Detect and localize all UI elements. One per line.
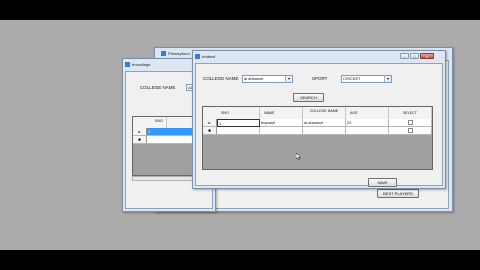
minimize-icon[interactable]: –: [400, 53, 409, 59]
best-window-client: COLLEGE NAME al ahsance ▾ SPORT CRICKET …: [195, 63, 443, 187]
college-new-row-header[interactable]: ✱: [133, 136, 147, 144]
cell-age-new[interactable]: [346, 127, 389, 135]
cell-select-new[interactable]: [389, 127, 432, 135]
close-icon[interactable]: x: [420, 53, 434, 59]
cell-age[interactable]: 22: [346, 119, 389, 127]
sport-select[interactable]: CRICKET ▾: [341, 75, 392, 83]
college-window-titlebar[interactable]: frmcollege: [125, 60, 150, 70]
select-checkbox[interactable]: [408, 120, 413, 125]
sport-label: SPORT: [312, 76, 328, 81]
dropdown-arrow-icon: ▾: [384, 76, 391, 82]
cell-college-name[interactable]: al ahsance: [303, 119, 346, 127]
players-grid[interactable]: SNO NAME COLLEGE NAME AGE SELECT ▸ 1 tha…: [202, 106, 433, 170]
col-age[interactable]: AGE: [346, 107, 389, 119]
window-icon: [195, 54, 200, 60]
best-window-title: frmbest: [202, 54, 216, 59]
sport-value: CRICKET: [343, 76, 361, 81]
best-players-button[interactable]: BEST PLAYERS: [377, 189, 419, 198]
college-window-title: frmcollege: [132, 62, 151, 67]
col-college-name[interactable]: COLLEGE NAME: [303, 107, 346, 119]
cell-name[interactable]: thanush: [260, 119, 303, 127]
college-name-label: COLLEGE NAME: [203, 76, 239, 81]
primary-window-title: Primaryform: [168, 51, 190, 56]
best-window-titlebar[interactable]: frmbest: [195, 52, 215, 62]
cell-sno-new[interactable]: [217, 127, 260, 135]
bottom-letterbox: [0, 250, 480, 270]
select-checkbox[interactable]: [408, 128, 413, 133]
save-button[interactable]: SAVE: [368, 178, 397, 187]
row-header-new[interactable]: ✱: [203, 127, 217, 135]
best-window[interactable]: frmbest – □ x COLLEGE NAME al ahsance ▾ …: [192, 50, 446, 189]
maximize-icon[interactable]: □: [410, 53, 419, 59]
college-name-value: al ahsance: [244, 76, 264, 81]
cell-college-name-new[interactable]: [303, 127, 346, 135]
window-icon: [161, 51, 166, 57]
mouse-cursor-icon: [296, 153, 302, 161]
col-sno[interactable]: SNO: [217, 107, 260, 119]
window-icon: [125, 62, 130, 68]
college-name-label: COLLEGE NAME: [140, 85, 176, 90]
college-row-header[interactable]: ▸: [133, 128, 147, 136]
row-header-current[interactable]: ▸: [203, 119, 217, 127]
college-name-select[interactable]: al ahsance ▾: [242, 75, 293, 83]
dropdown-arrow-icon: ▾: [285, 76, 292, 82]
cell-sno[interactable]: 1: [217, 119, 260, 127]
col-select[interactable]: SELECT: [389, 107, 432, 119]
cell-name-new[interactable]: [260, 127, 303, 135]
col-name[interactable]: NAME: [260, 107, 303, 119]
cell-select[interactable]: [389, 119, 432, 127]
search-button[interactable]: SEARCH: [293, 93, 324, 102]
